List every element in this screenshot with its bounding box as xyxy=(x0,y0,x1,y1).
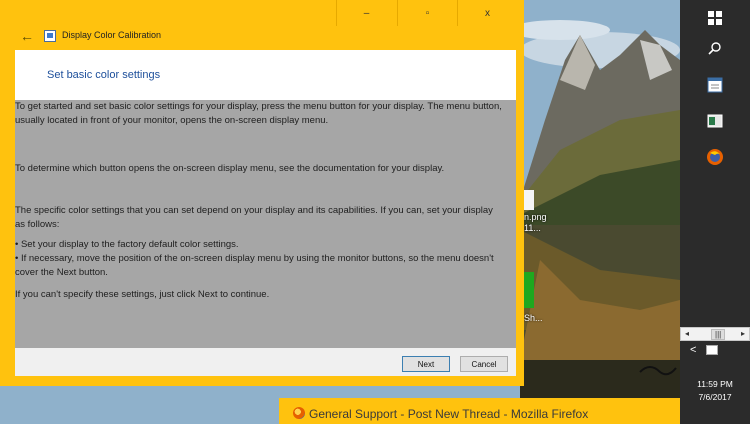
instruction-paragraph: The specific color settings that you can… xyxy=(15,205,493,230)
windows-start-icon[interactable] xyxy=(702,5,728,31)
next-button[interactable]: Next xyxy=(402,356,450,372)
scroll-left-icon[interactable]: ◂ xyxy=(685,329,689,338)
instruction-paragraph: To determine which button opens the on-s… xyxy=(15,163,445,174)
instructions: To get started and set basic color setti… xyxy=(15,100,516,348)
preview-title: General Support - Post New Thread - Mozi… xyxy=(309,407,589,421)
title-bar[interactable]: – ▫ x ← Display Color Calibration xyxy=(0,0,524,50)
clock-time: 11:59 PM xyxy=(697,379,733,389)
instruction-paragraph: If you can't specify these settings, jus… xyxy=(15,289,270,300)
taskbar xyxy=(680,0,750,424)
notepad-icon[interactable] xyxy=(702,72,728,98)
chevron-left-icon[interactable]: < xyxy=(690,344,696,356)
scroll-right-icon[interactable]: ▸ xyxy=(741,329,745,338)
window-title: Display Color Calibration xyxy=(62,30,162,40)
app-window-icon[interactable] xyxy=(702,108,728,134)
scroll-thumb[interactable]: ||| xyxy=(711,329,726,340)
instruction-bullet: • Set your display to the factory defaul… xyxy=(15,239,239,250)
button-bar: Next Cancel xyxy=(15,348,516,376)
wizard-panel: Set basic color settings To get started … xyxy=(15,50,516,376)
calibration-window: – ▫ x ← Display Color Calibration Set ba… xyxy=(0,0,524,386)
firefox-icon xyxy=(293,407,305,419)
notification-icon[interactable] xyxy=(706,345,718,355)
app-icon xyxy=(44,30,56,42)
desktop-file-label[interactable]: Sh... xyxy=(524,313,543,323)
back-arrow-icon[interactable]: ← xyxy=(20,28,34,44)
instruction-paragraph: To get started and set basic color setti… xyxy=(15,101,502,126)
search-icon[interactable] xyxy=(702,35,728,61)
tray-row: < xyxy=(680,342,750,360)
page-heading: Set basic color settings xyxy=(47,69,161,81)
firefox-window-preview[interactable]: General Support - Post New Thread - Mozi… xyxy=(279,398,680,424)
clock[interactable]: 11:59 PM 7/6/2017 xyxy=(680,378,750,404)
maximize-button[interactable]: ▫ xyxy=(397,0,457,26)
tray-scrollbar[interactable]: ◂ ||| ▸ xyxy=(680,327,750,341)
header-band: Set basic color settings xyxy=(15,50,516,100)
desktop-file-label[interactable]: 11... xyxy=(524,223,541,233)
clock-date: 7/6/2017 xyxy=(698,392,732,402)
minimize-button[interactable]: – xyxy=(336,0,396,26)
instruction-bullet: • If necessary, move the position of the… xyxy=(15,253,494,278)
desktop-file-label[interactable]: n.png xyxy=(524,212,547,222)
firefox-icon[interactable] xyxy=(702,144,728,170)
close-button[interactable]: x xyxy=(457,0,517,26)
cancel-button[interactable]: Cancel xyxy=(460,356,508,372)
